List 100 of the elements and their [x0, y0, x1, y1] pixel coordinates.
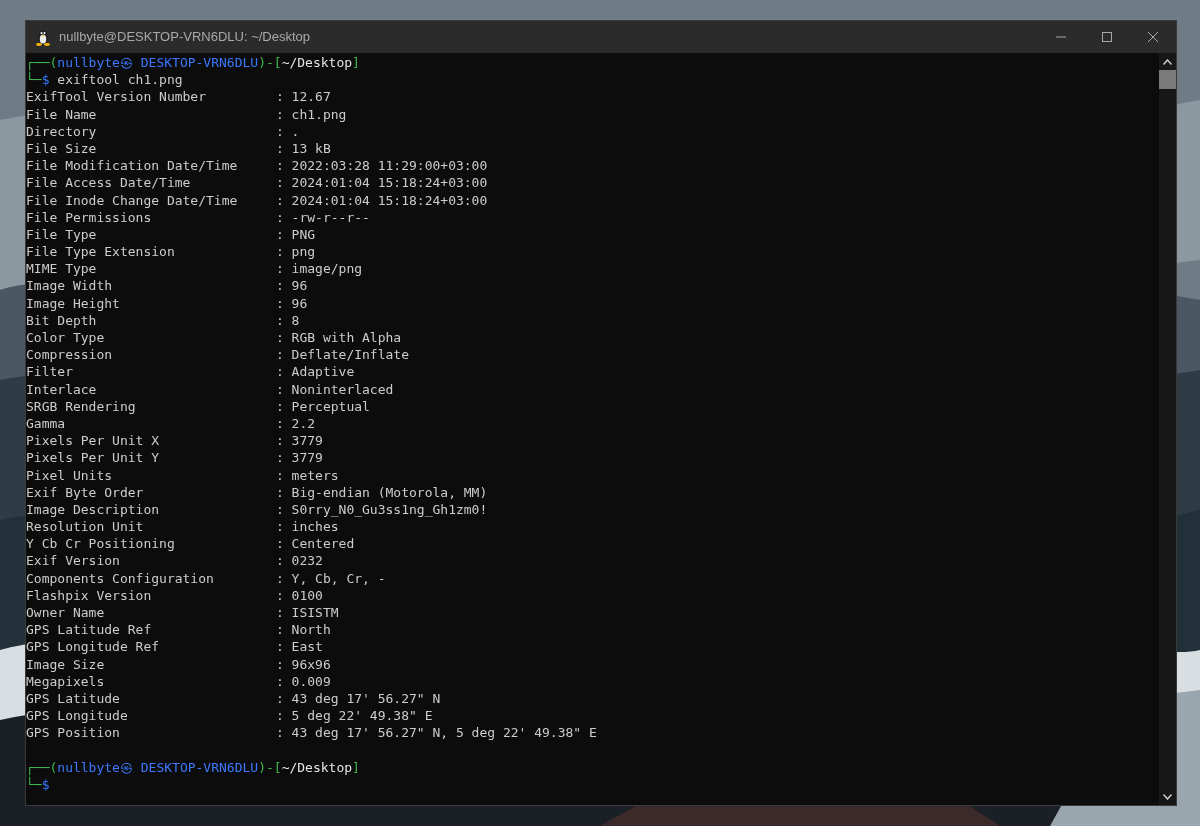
- field-value: 3779: [291, 449, 323, 467]
- maximize-icon: [1102, 32, 1112, 42]
- field-value: -rw-r--r--: [291, 208, 370, 226]
- field-name: File Permissions: [26, 208, 153, 226]
- field-name: File Name: [26, 105, 98, 123]
- field-name: Gamma: [26, 414, 67, 433]
- field-name: GPS Position: [26, 724, 121, 742]
- field-name: Exif Version: [26, 552, 121, 570]
- field-value: ISISTM: [291, 604, 339, 622]
- field-value: Adaptive: [291, 363, 355, 381]
- field-name: Pixels Per Unit Y: [26, 449, 161, 467]
- field-value: Centered: [291, 535, 355, 553]
- prompt-bracket: ]: [352, 758, 360, 776]
- field-name: File Inode Change Date/Time: [26, 191, 239, 209]
- field-separator: :: [276, 724, 285, 742]
- field-value: .: [291, 122, 300, 140]
- field-name: Image Height: [26, 294, 121, 312]
- field-value: 3779: [291, 432, 323, 450]
- prompt-symbol: $: [41, 72, 50, 89]
- field-separator: :: [276, 449, 285, 467]
- field-separator: :: [276, 518, 285, 536]
- field-name: ExifTool Version Number: [26, 88, 207, 106]
- field-value: 8: [291, 311, 300, 329]
- field-name: Color Type: [26, 329, 106, 347]
- prompt-bracket: )-[: [258, 54, 282, 72]
- field-separator: :: [276, 689, 285, 708]
- field-separator: :: [276, 329, 285, 347]
- window-title: nullbyte@DESKTOP-VRN6DLU: ~/Desktop: [59, 28, 311, 47]
- close-icon: [1148, 32, 1158, 42]
- field-value: S0rry_N0_Gu3ss1ng_Gh1zm0!: [291, 500, 488, 519]
- field-separator: :: [276, 243, 285, 261]
- field-separator: :: [276, 414, 285, 433]
- field-name: File Size: [26, 139, 98, 158]
- prompt-corner: └─: [26, 775, 42, 794]
- prompt-symbol: $: [41, 776, 50, 794]
- field-value: North: [291, 621, 331, 639]
- field-separator: :: [276, 363, 285, 381]
- field-value: PNG: [291, 225, 316, 244]
- field-value: 0.009: [291, 672, 331, 690]
- scrollbar-thumb[interactable]: [1159, 70, 1176, 89]
- field-value: RGB with Alpha: [291, 329, 402, 347]
- field-value: 43 deg 17' 56.27" N: [291, 689, 441, 708]
- field-name: SRGB Rendering: [26, 397, 137, 415]
- field-name: File Type: [26, 225, 98, 244]
- field-separator: :: [276, 552, 285, 570]
- field-name: Interlace: [26, 380, 98, 398]
- field-separator: :: [276, 191, 285, 209]
- field-value: inches: [291, 518, 339, 536]
- prompt-corner: └─: [26, 71, 42, 89]
- scroll-down-icon[interactable]: [1163, 794, 1172, 800]
- prompt-user-host: nullbyte㉿ DESKTOP-VRN6DLU: [57, 54, 259, 72]
- field-name: GPS Longitude: [26, 707, 129, 725]
- field-value: 0100: [291, 586, 323, 604]
- field-name: Image Description: [26, 500, 161, 519]
- scrollbar[interactable]: [1159, 53, 1176, 805]
- field-separator: :: [276, 174, 285, 192]
- field-value: 2.2: [291, 414, 316, 433]
- prompt-bracket: ┌──(: [26, 54, 58, 72]
- field-separator: :: [276, 672, 285, 690]
- field-name: Filter: [26, 363, 74, 381]
- field-name: File Access Date/Time: [26, 174, 192, 192]
- field-value: East: [291, 638, 323, 656]
- field-value: Big-endian (Motorola, MM): [291, 483, 488, 501]
- field-name: MIME Type: [26, 260, 98, 278]
- field-value: 2024:01:04 15:18:24+03:00: [291, 174, 488, 192]
- prompt-path: ~/Desktop: [281, 758, 353, 776]
- field-name: File Modification Date/Time: [26, 157, 239, 175]
- field-separator: :: [276, 105, 285, 123]
- field-separator: :: [276, 88, 285, 106]
- field-name: Owner Name: [26, 604, 106, 622]
- field-separator: :: [276, 707, 285, 725]
- field-value: 2024:01:04 15:18:24+03:00: [291, 191, 488, 209]
- prompt-user-host: nullbyte㉿ DESKTOP-VRN6DLU: [57, 758, 259, 776]
- field-value: 96: [291, 277, 308, 295]
- field-separator: :: [276, 466, 285, 484]
- command-text: exiftool ch1.png: [56, 71, 183, 89]
- field-separator: :: [276, 311, 285, 329]
- field-name: Pixels Per Unit X: [26, 432, 161, 450]
- field-separator: :: [276, 621, 285, 639]
- field-name: GPS Latitude Ref: [26, 621, 153, 639]
- penguin-icon: [35, 28, 51, 46]
- field-separator: :: [276, 208, 285, 226]
- field-value: png: [291, 243, 316, 261]
- field-separator: :: [276, 380, 285, 398]
- field-separator: :: [276, 638, 285, 656]
- field-name: Compression: [26, 346, 114, 364]
- field-separator: :: [276, 225, 285, 244]
- scroll-up-icon[interactable]: [1163, 59, 1172, 65]
- field-value: Noninterlaced: [291, 380, 394, 398]
- field-name: Image Width: [26, 277, 114, 295]
- prompt-bracket: ]: [352, 54, 360, 72]
- field-separator: :: [276, 397, 285, 415]
- field-value: 12.67: [291, 88, 331, 106]
- field-separator: :: [276, 260, 285, 278]
- field-value: 43 deg 17' 56.27" N, 5 deg 22' 49.38" E: [291, 724, 597, 742]
- field-name: File Type Extension: [26, 243, 176, 261]
- field-separator: :: [276, 586, 285, 604]
- field-value: 96x96: [291, 655, 331, 673]
- field-separator: :: [276, 569, 285, 587]
- field-name: Y Cb Cr Positioning: [26, 535, 176, 553]
